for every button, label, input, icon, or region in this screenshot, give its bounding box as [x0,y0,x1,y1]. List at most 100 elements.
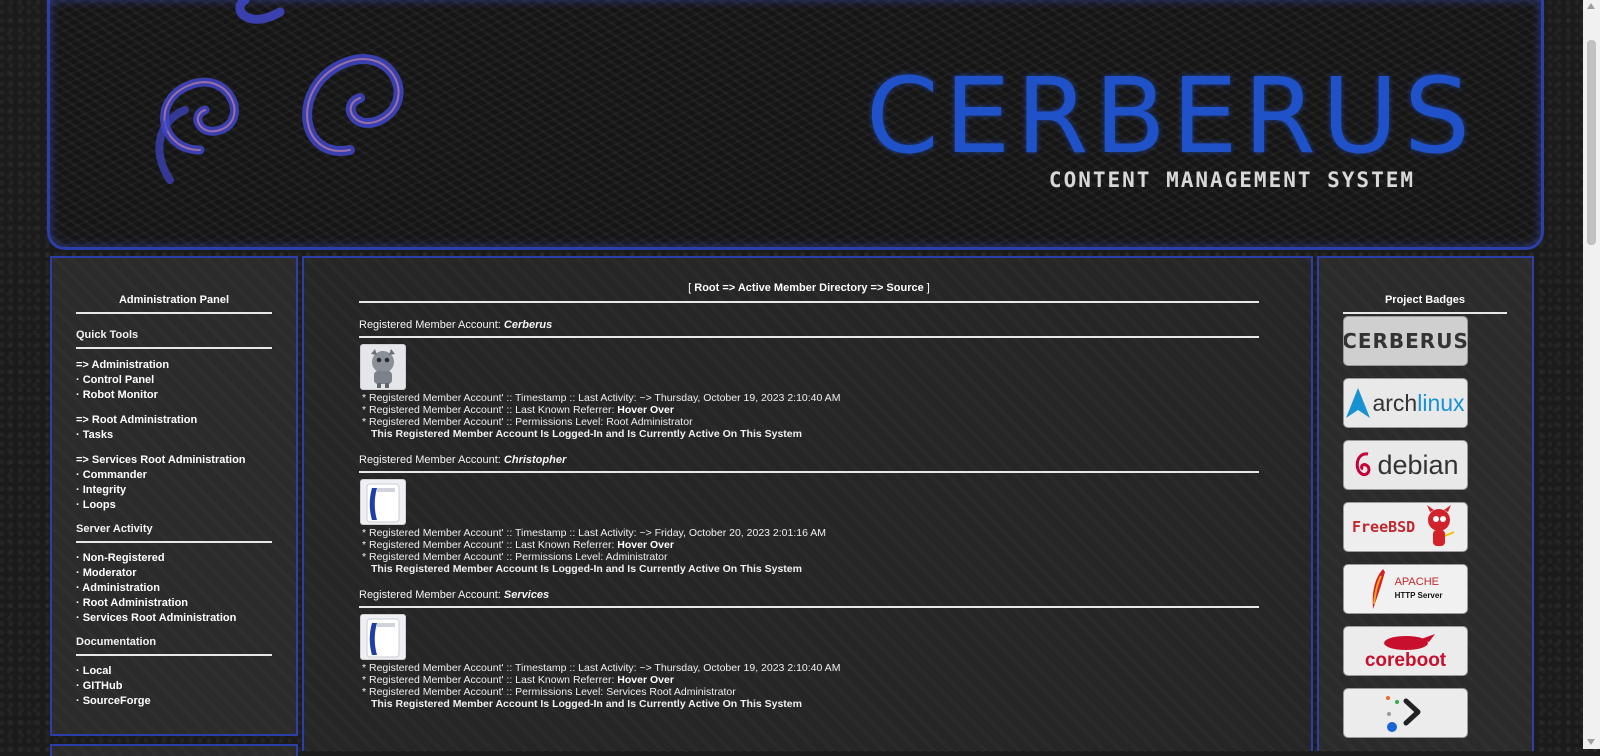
badge-terminal[interactable] [1343,688,1468,738]
divider [359,336,1259,338]
account-label: Registered Member Account: [359,454,504,466]
apache-text: APACHE HTTP Server [1395,575,1443,603]
panel-title: Administration Panel [118,294,230,306]
swirl-logo-icon [155,0,404,184]
divider [359,301,1259,303]
permissions-level: * Registered Member Account' :: Permissi… [362,551,668,563]
site-banner: CERBERUS CONTENT MANAGEMENT SYSTEM [47,0,1544,250]
last-referrer: * Registered Member Account' :: Last Kno… [362,539,1259,551]
badge-linux-text: linux [1417,389,1465,416]
last-activity: * Registered Member Account' :: Timestam… [362,527,827,539]
account-label: Registered Member Account: [359,319,504,331]
nav-robot-monitor[interactable]: · Robot Monitor [76,388,272,403]
account-heading: Registered Member Account: Christopher [359,454,1259,466]
account-name[interactable]: Christopher [504,454,566,466]
debian-swirl-icon [1356,452,1371,477]
active-status: This Registered Member Account Is Logged… [371,428,802,440]
banner-subtitle: CONTENT MANAGEMENT SYSTEM [1048,168,1415,192]
scroll-down-icon[interactable] [1587,739,1595,745]
nav-local[interactable]: · Local [76,664,272,679]
page-scrollbar[interactable] [1583,0,1600,749]
divider [359,471,1259,473]
badge-freebsd[interactable]: FreeBSD [1343,502,1468,552]
nav-administration[interactable]: => Administration [76,358,272,373]
divider [76,312,272,314]
freebsd-daemon-icon [1427,505,1455,546]
documentation-menu: · Local · GITHub · SourceForge [76,664,272,709]
referrer-link[interactable]: Hover Over [617,539,674,551]
nav-integrity[interactable]: · Integrity [76,483,272,498]
documentation-heading: Documentation [76,636,157,648]
badge-apache[interactable]: APACHE HTTP Server [1343,564,1468,614]
referrer-label: * Registered Member Account' :: Last Kno… [362,404,618,416]
last-referrer: * Registered Member Account' :: Last Kno… [362,674,1259,686]
nav-github[interactable]: · GITHub [76,679,272,694]
breadcrumb: [ Root => Active Member Directory => Sou… [359,282,1259,294]
nav-non-registered[interactable]: · Non-Registered [76,551,272,566]
divider [76,541,272,543]
coreboot-rabbit-icon [1383,633,1435,650]
account-heading: Registered Member Account: Cerberus [359,319,1259,331]
badge-coreboot[interactable]: coreboot [1343,626,1468,676]
referrer-label: * Registered Member Account' :: Last Kno… [362,539,618,551]
badge-apache-subtitle: HTTP Server [1394,591,1443,600]
project-badges-panel: Project Badges CERBERUS arch linux debian… [1317,256,1534,751]
last-activity: * Registered Member Account' :: Timestam… [362,392,841,404]
permissions-level: * Registered Member Account' :: Permissi… [362,686,736,698]
active-status: This Registered Member Account Is Logged… [371,698,802,710]
account-name[interactable]: Services [504,589,549,601]
divider [359,606,1259,608]
avatar[interactable] [360,344,406,390]
referrer-link[interactable]: Hover Over [617,404,674,416]
nav-sourceforge[interactable]: · SourceForge [76,694,272,709]
divider [1343,312,1507,314]
badge-coreboot-text: coreboot [1364,649,1447,671]
cerberus-avatar-icon [361,345,405,389]
divider [76,347,272,349]
avatar[interactable] [360,614,406,660]
nav-sa-administration[interactable]: · Administration [76,581,272,596]
badge-apache-title: APACHE [1394,576,1439,588]
quick-tools-menu: => Administration · Control Panel · Robo… [76,358,272,513]
badge-debian[interactable]: debian [1343,440,1468,490]
quick-tools-heading: Quick Tools [76,329,139,341]
scroll-up-icon[interactable] [1587,3,1595,9]
panel-title: Project Badges [1384,294,1466,306]
secondary-panel [50,744,298,756]
divider [76,654,272,656]
nav-sa-root-administration[interactable]: · Root Administration [76,596,272,611]
active-status: This Registered Member Account Is Logged… [371,563,802,575]
banner-title: CERBERUS [865,55,1476,177]
apache-feather-icon [1372,569,1385,609]
member-account-services: Registered Member Account: Services * Re… [359,589,1259,710]
badge-cerberus-text: CERBERUS [1343,329,1468,353]
badge-debian-text: debian [1377,449,1459,480]
badge-arch-text: arch [1372,389,1418,416]
nav-sa-services-root-administration[interactable]: · Services Root Administration [76,611,272,626]
nav-control-panel[interactable]: · Control Panel [76,373,272,388]
nav-loops[interactable]: · Loops [76,498,272,513]
breadcrumb-path[interactable]: Root => Active Member Directory => Sourc… [694,282,923,294]
scroll-thumb[interactable] [1587,40,1596,245]
badge-archlinux[interactable]: arch linux [1343,378,1468,428]
referrer-link[interactable]: Hover Over [617,674,674,686]
server-activity-heading: Server Activity [76,523,153,535]
nav-commander[interactable]: · Commander [76,468,272,483]
default-avatar-icon [361,480,405,524]
nav-root-administration[interactable]: => Root Administration [76,413,272,428]
account-details: * Registered Member Account' :: Timestam… [359,662,1259,710]
breadcrumb-close: ] [923,282,930,294]
account-name[interactable]: Cerberus [504,319,552,331]
badge-cerberus[interactable]: CERBERUS [1343,316,1468,366]
server-activity-menu: · Non-Registered · Moderator · Administr… [76,551,272,626]
avatar[interactable] [360,479,406,525]
nav-moderator[interactable]: · Moderator [76,566,272,581]
member-account-cerberus: Registered Member Account: Cerberus * Re… [359,319,1259,440]
nav-services-root-administration[interactable]: => Services Root Administration [76,453,272,468]
account-details: * Registered Member Account' :: Timestam… [359,392,1259,440]
nav-tasks[interactable]: · Tasks [76,428,272,443]
administration-panel: Administration Panel Quick Tools => Admi… [50,256,298,736]
member-account-christopher: Registered Member Account: Christopher *… [359,454,1259,575]
account-heading: Registered Member Account: Services [359,589,1259,601]
permissions-level: * Registered Member Account' :: Permissi… [362,416,693,428]
